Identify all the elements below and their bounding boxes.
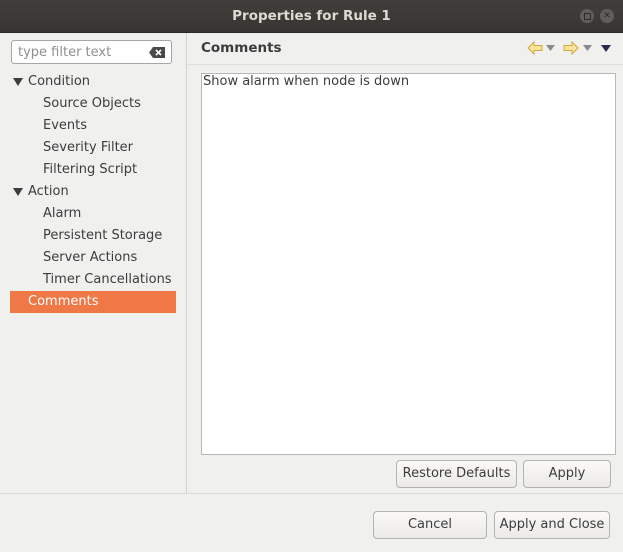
filter-box[interactable] bbox=[11, 40, 172, 64]
property-page: Comments Show alarm when node is down Re… bbox=[187, 33, 623, 493]
forward-arrow-icon[interactable] bbox=[563, 41, 579, 55]
comments-textarea[interactable]: Show alarm when node is down bbox=[202, 74, 615, 454]
button-bar-divider bbox=[0, 493, 623, 494]
forward-dropdown-icon[interactable] bbox=[583, 45, 592, 51]
clear-filter-icon[interactable] bbox=[149, 47, 165, 58]
tree-item-label: Filtering Script bbox=[43, 162, 138, 177]
preference-tree-pane: Condition Source Objects Events Severity… bbox=[0, 33, 186, 493]
apply-and-close-button[interactable]: Apply and Close bbox=[494, 511, 610, 539]
window-title: Properties for Rule 1 bbox=[232, 8, 391, 24]
tree-item-label: Persistent Storage bbox=[43, 228, 163, 243]
apply-button[interactable]: Apply bbox=[523, 460, 611, 488]
tree-node-label: Condition bbox=[28, 74, 91, 89]
tree-item-label: Server Actions bbox=[43, 250, 138, 265]
filter-input[interactable] bbox=[18, 44, 144, 60]
tree-item-label: Comments bbox=[28, 294, 99, 309]
back-dropdown-icon[interactable] bbox=[546, 45, 555, 51]
expand-triangle-icon[interactable] bbox=[13, 78, 23, 86]
tree-item-label: Source Objects bbox=[43, 96, 141, 111]
expand-triangle-icon[interactable] bbox=[13, 188, 23, 196]
comments-editor[interactable]: Show alarm when node is down bbox=[201, 73, 616, 455]
tree-item-label: Alarm bbox=[43, 206, 82, 221]
tree-node-action[interactable]: Action bbox=[0, 181, 186, 203]
restore-defaults-button[interactable]: Restore Defaults bbox=[396, 460, 517, 488]
cancel-button[interactable]: Cancel bbox=[373, 511, 487, 539]
tree-item-label: Severity Filter bbox=[43, 140, 134, 155]
maximize-icon[interactable] bbox=[580, 9, 594, 23]
view-menu-icon[interactable] bbox=[601, 45, 611, 52]
page-title: Comments bbox=[201, 40, 282, 56]
tree-node-label: Action bbox=[28, 184, 69, 199]
tree-node-condition[interactable]: Condition bbox=[0, 71, 186, 93]
back-arrow-icon[interactable] bbox=[527, 41, 543, 55]
tree-item-comments[interactable]: Comments bbox=[10, 291, 176, 313]
tree-item-label: Timer Cancellations bbox=[43, 272, 172, 287]
close-icon[interactable] bbox=[600, 9, 614, 23]
header-divider bbox=[187, 64, 623, 65]
title-bar: Properties for Rule 1 bbox=[0, 0, 623, 33]
tree-item-label: Events bbox=[43, 118, 88, 133]
